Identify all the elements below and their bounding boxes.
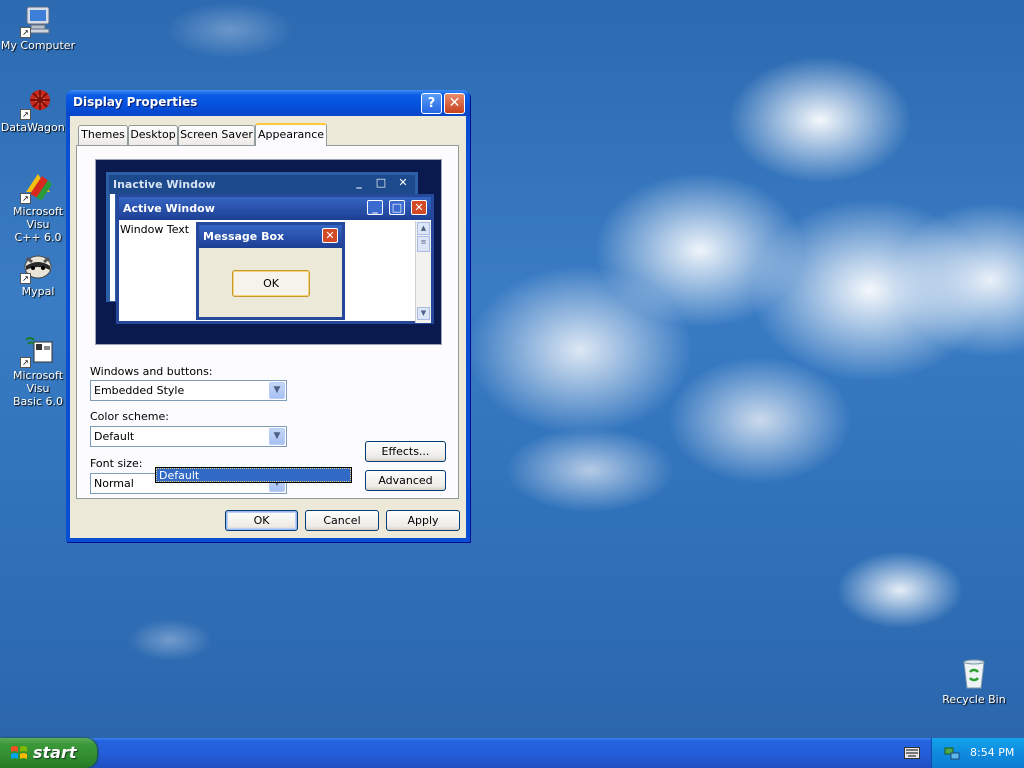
dropdown-option-default[interactable]: Default xyxy=(156,468,351,482)
ok-button[interactable]: OK xyxy=(225,510,298,531)
appearance-panel: Inactive Window _ □ ✕ Active Window _ □ … xyxy=(76,145,459,499)
preview-active-close-icon: ✕ xyxy=(411,200,427,215)
tab-themes[interactable]: Themes xyxy=(78,125,128,145)
desktop-icon-visual-cpp[interactable]: ↗ Microsoft Visu C++ 6.0 xyxy=(0,170,76,244)
preview-ok-button: OK xyxy=(232,270,310,297)
color-scheme-label: Color scheme: xyxy=(90,410,169,423)
preview-minimize-icon: _ xyxy=(356,176,362,189)
desktop-icon-datawagon[interactable]: ↗ DataWagon... xyxy=(0,86,76,134)
close-button[interactable]: ✕ xyxy=(444,93,465,114)
visual-cpp-icon: ↗ xyxy=(20,170,54,204)
appearance-preview: Inactive Window _ □ ✕ Active Window _ □ … xyxy=(95,159,442,345)
preview-active-title: Active Window xyxy=(119,197,431,220)
dialog-client: Themes Desktop Screen Saver Appearance I… xyxy=(70,116,466,538)
start-label: start xyxy=(33,743,77,762)
color-scheme-select[interactable]: Default ▼ xyxy=(90,426,287,447)
desktop-icon-mypal[interactable]: ↗ Mypal xyxy=(0,250,76,298)
datawagon-icon: ↗ xyxy=(20,86,54,120)
my-computer-icon: ↗ xyxy=(20,4,54,38)
font-size-label: Font size: xyxy=(90,457,143,470)
color-scheme-dropdown: Default xyxy=(155,467,352,483)
preview-scrollbar: ▲ ≡ ▼ xyxy=(415,221,431,323)
font-size-value: Normal xyxy=(94,477,134,490)
start-button[interactable]: start xyxy=(0,738,97,768)
preview-active-maximize-icon: □ xyxy=(389,200,405,215)
windows-and-buttons-value: Embedded Style xyxy=(94,384,185,397)
display-properties-window: Display Properties ? ✕ Themes Desktop Sc… xyxy=(66,90,470,542)
visual-basic-icon: ↗ xyxy=(20,334,54,368)
preview-active-minimize-icon: _ xyxy=(367,200,383,215)
apply-button[interactable]: Apply xyxy=(386,510,460,531)
scroll-thumb: ≡ xyxy=(417,236,430,252)
cancel-button[interactable]: Cancel xyxy=(305,510,379,531)
preview-window-text: Window Text xyxy=(120,223,190,236)
window-title: Display Properties xyxy=(73,95,198,109)
title-bar[interactable]: Display Properties ? ✕ xyxy=(66,90,470,116)
desktop-icon-my-computer[interactable]: ↗ My Computer xyxy=(0,4,76,52)
preview-inactive-body xyxy=(110,194,115,301)
chevron-down-icon[interactable]: ▼ xyxy=(269,382,285,399)
tab-screen-saver[interactable]: Screen Saver xyxy=(178,125,255,145)
tab-appearance[interactable]: Appearance xyxy=(255,123,327,146)
desktop-icon-recycle-bin[interactable]: Recycle Bin xyxy=(936,658,1012,706)
clock: 8:54 PM xyxy=(970,746,1015,759)
taskbar: start 8:54 PM xyxy=(0,738,1024,768)
chevron-down-icon[interactable]: ▼ xyxy=(269,428,285,445)
windows-and-buttons-select[interactable]: Embedded Style ▼ xyxy=(90,380,287,401)
system-tray: 8:54 PM xyxy=(931,738,1024,768)
desktop-icon-visual-basic[interactable]: ↗ Microsoft Visu Basic 6.0 xyxy=(0,334,76,408)
recycle-bin-icon xyxy=(958,658,990,690)
color-scheme-value: Default xyxy=(94,430,135,443)
tab-desktop[interactable]: Desktop xyxy=(128,125,178,145)
scroll-up-icon: ▲ xyxy=(417,222,430,235)
preview-message-close-icon: ✕ xyxy=(322,228,338,243)
effects-button[interactable]: Effects... xyxy=(365,441,446,462)
preview-message-box: Message Box ✕ OK xyxy=(196,222,345,320)
network-icon[interactable] xyxy=(944,745,960,761)
mypal-icon: ↗ xyxy=(20,250,54,284)
help-button[interactable]: ? xyxy=(421,93,442,114)
advanced-button[interactable]: Advanced xyxy=(365,470,446,491)
keyboard-icon[interactable] xyxy=(904,747,920,759)
windows-and-buttons-label: Windows and buttons: xyxy=(90,365,213,378)
windows-logo-icon xyxy=(11,746,27,759)
preview-maximize-icon: □ xyxy=(375,176,387,189)
scroll-down-icon: ▼ xyxy=(417,307,430,320)
preview-message-title: Message Box xyxy=(199,225,342,248)
preview-inactive-title: Inactive Window xyxy=(109,175,415,194)
preview-close-icon: ✕ xyxy=(398,176,408,189)
desktop: ↗ My Computer ↗ DataWagon... ↗ Microsoft… xyxy=(0,0,1024,738)
